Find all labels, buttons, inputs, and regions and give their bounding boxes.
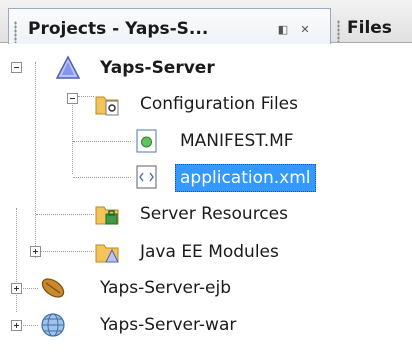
tree-node-java-ee-modules[interactable]: Java EE Modules: [0, 238, 360, 274]
tree-label: Yaps-Server-ejb: [100, 278, 232, 298]
tree-node-manifest[interactable]: MANIFEST.MF: [0, 128, 360, 164]
tree-node-configuration-files[interactable]: Configuration Files: [0, 90, 360, 126]
ejb-bean-icon: [41, 278, 65, 298]
resources-folder-icon: [95, 206, 119, 225]
tree-label: MANIFEST.MF: [180, 131, 294, 151]
tree-node-yaps-server-ejb[interactable]: Yaps-Server-ejb: [0, 275, 360, 311]
tab-projects-title: Projects - Yaps-S...: [28, 19, 209, 39]
tree-label-selected: application.xml: [175, 164, 316, 192]
tree-label: Yaps-Server-war: [100, 315, 237, 335]
expand-icon[interactable]: [11, 283, 22, 294]
drag-grip-icon[interactable]: [14, 21, 17, 43]
tab-bar: Projects - Yaps-S... ◧ ✕ Files: [0, 0, 412, 44]
tab-projects[interactable]: Projects - Yaps-S... ◧ ✕: [8, 8, 331, 44]
tree-node-yaps-server-war[interactable]: Yaps-Server-war: [0, 312, 360, 348]
project-tree: Yaps-Server Configuration Files MANIFEST…: [0, 44, 412, 363]
tree-node-application-xml[interactable]: application.xml: [0, 164, 360, 200]
web-globe-icon: [41, 313, 65, 337]
config-folder-icon: [95, 96, 119, 116]
tree-label: Yaps-Server: [100, 58, 215, 78]
modules-folder-icon: [95, 244, 119, 263]
close-icon[interactable]: ✕: [297, 24, 313, 36]
tree-node-server-resources[interactable]: Server Resources: [0, 201, 360, 237]
collapse-icon[interactable]: [67, 93, 78, 104]
enterprise-app-icon: [55, 55, 81, 79]
xml-file-icon: [136, 165, 157, 189]
manifest-file-icon: [136, 129, 157, 153]
tree-label: Java EE Modules: [140, 242, 279, 262]
expand-icon[interactable]: [11, 320, 22, 331]
tree-label: Configuration Files: [140, 94, 298, 114]
tab-files-title: Files: [347, 18, 392, 38]
tree-label: Server Resources: [140, 204, 288, 224]
tab-files[interactable]: Files: [331, 8, 412, 42]
expand-icon[interactable]: [30, 246, 41, 257]
drag-grip-icon[interactable]: [337, 20, 340, 42]
minimize-icon[interactable]: ◧: [275, 24, 291, 36]
collapse-icon[interactable]: [11, 62, 22, 73]
tree-node-yaps-server[interactable]: Yaps-Server: [0, 54, 300, 90]
